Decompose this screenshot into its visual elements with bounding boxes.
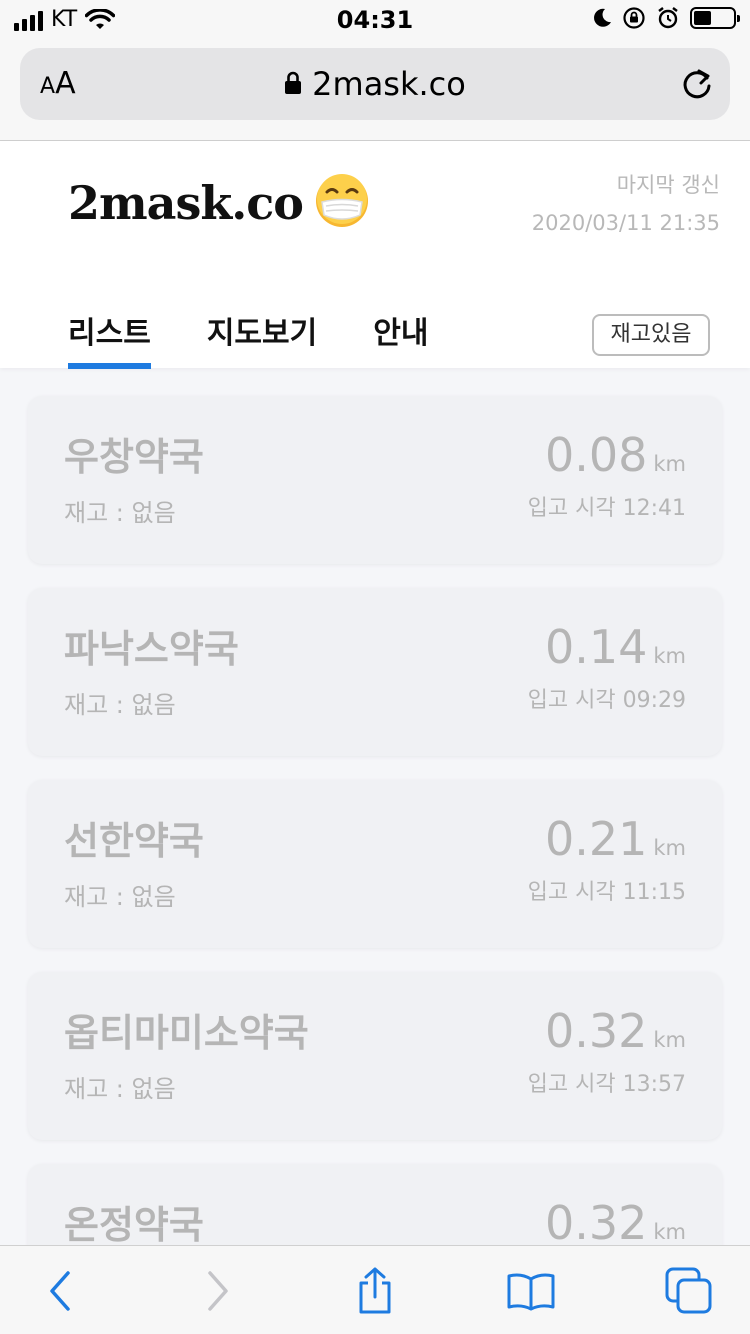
url-text: 2mask.co (312, 65, 466, 103)
pharmacy-distance: 0.14 km (545, 618, 686, 687)
pharmacy-card[interactable]: 옵티마미소약국 재고 : 없음 0.32 km 입고 시각 13:57 (28, 972, 722, 1140)
share-icon (359, 1267, 391, 1314)
battery-icon (690, 7, 740, 29)
forward-button[interactable] (192, 1266, 242, 1316)
screen: KT 04:31 AA 2mask.co 2mask.co 마지막 갱신 202… (0, 0, 750, 1334)
pharmacy-card[interactable]: 파낙스약국 재고 : 없음 0.14 km 입고 시각 09:29 (28, 588, 722, 756)
pharmacy-distance: 0.08 km (545, 426, 686, 495)
distance-value: 0.08 (544, 428, 648, 482)
last-update-label: 마지막 갱신 (616, 173, 720, 197)
browser-address-area: AA 2mask.co (0, 40, 750, 141)
pharmacy-distance: 0.32 km (545, 1194, 686, 1248)
distance-unit: km (653, 452, 686, 476)
tabs-button[interactable] (664, 1266, 714, 1316)
pharmacy-stock: 재고 : 없음 (64, 1075, 176, 1103)
address-bar[interactable]: AA 2mask.co (20, 48, 730, 120)
lock-icon (285, 71, 302, 94)
back-button[interactable] (36, 1266, 86, 1316)
tab-info[interactable]: 안내 (373, 313, 428, 369)
back-icon (50, 1271, 70, 1311)
pharmacy-name: 우창약국 (64, 435, 204, 479)
pharmacy-stock: 재고 : 없음 (64, 499, 176, 527)
face-with-mask-icon (316, 174, 368, 227)
pharmacy-arrival-time: 입고 시각 09:29 (527, 688, 686, 713)
pharmacy-arrival-time: 입고 시각 12:41 (527, 496, 686, 521)
distance-value: 0.32 (544, 1004, 648, 1058)
browser-toolbar (0, 1245, 750, 1334)
pharmacy-name: 파낙스약국 (64, 627, 239, 671)
url-display[interactable]: 2mask.co (20, 64, 730, 104)
site-logo[interactable]: 2mask.co (68, 173, 304, 233)
battery-fill (694, 11, 711, 25)
moon-icon (594, 8, 611, 27)
distance-value: 0.21 (544, 812, 648, 866)
distance-unit: km (653, 1028, 686, 1052)
bookmarks-button[interactable] (506, 1266, 556, 1316)
pharmacy-stock: 재고 : 없음 (64, 883, 176, 911)
distance-value: 0.14 (544, 620, 648, 674)
forward-icon (208, 1271, 228, 1311)
distance-unit: km (653, 1220, 686, 1244)
pharmacy-distance: 0.32 km (545, 1002, 686, 1071)
tab-map[interactable]: 지도보기 (207, 313, 317, 369)
in-stock-filter-button[interactable]: 재고있음 (592, 314, 710, 356)
pharmacy-distance: 0.21 km (545, 810, 686, 879)
bookmarks-icon (507, 1273, 555, 1311)
pharmacy-arrival-time: 입고 시각 11:15 (527, 880, 686, 905)
status-bar: KT 04:31 (0, 0, 750, 40)
reload-icon[interactable] (680, 66, 714, 102)
pharmacy-card[interactable]: 온정약국 0.32 km (28, 1164, 722, 1248)
status-right (592, 6, 740, 30)
share-button[interactable] (350, 1266, 400, 1316)
pharmacy-name: 옵티마미소약국 (64, 1011, 309, 1055)
rotation-lock-icon (623, 7, 645, 29)
pharmacy-list[interactable]: 우창약국 재고 : 없음 0.08 km 입고 시각 12:41 파낙스약국 재고… (0, 368, 750, 1248)
pharmacy-name: 선한약국 (64, 819, 204, 863)
distance-unit: km (653, 836, 686, 860)
distance-unit: km (653, 644, 686, 668)
alarm-icon (658, 7, 678, 29)
distance-value: 0.32 (544, 1196, 648, 1248)
view-tabs: 리스트 지도보기 안내 (68, 313, 428, 369)
tab-list[interactable]: 리스트 (68, 313, 151, 369)
pharmacy-card[interactable]: 우창약국 재고 : 없음 0.08 km 입고 시각 12:41 (28, 396, 722, 564)
pharmacy-stock: 재고 : 없음 (64, 691, 176, 719)
app-header: 2mask.co 마지막 갱신 2020/03/11 21:35 리스트 지도보… (0, 141, 750, 369)
pharmacy-arrival-time: 입고 시각 13:57 (527, 1072, 686, 1097)
pharmacy-card[interactable]: 선한약국 재고 : 없음 0.21 km 입고 시각 11:15 (28, 780, 722, 948)
tabs-icon (665, 1267, 712, 1314)
pharmacy-name: 온정약국 (64, 1203, 204, 1247)
last-update-time: 2020/03/11 21:35 (531, 211, 720, 235)
